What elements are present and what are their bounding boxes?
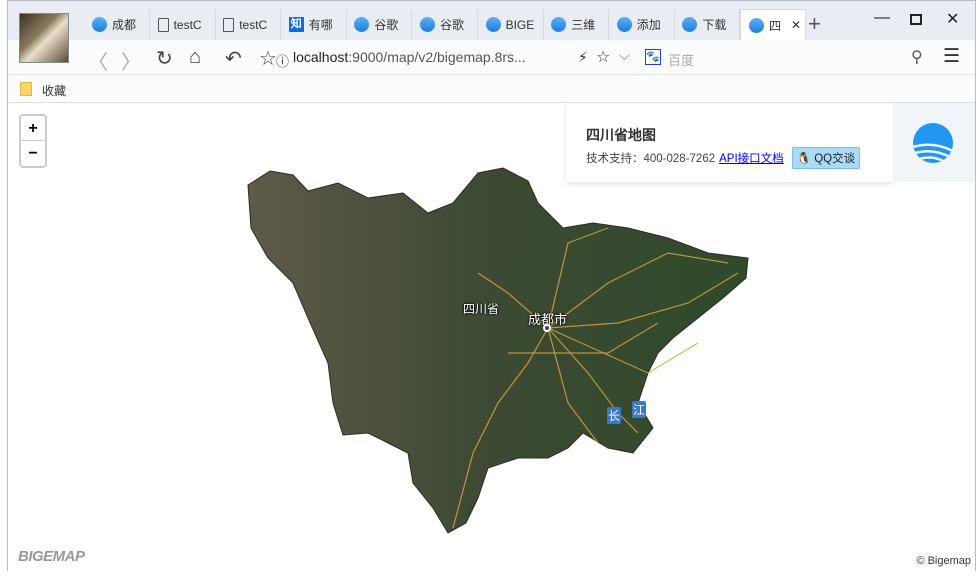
qq-chat-button[interactable]: 🐧 QQ交谈 <box>792 147 860 169</box>
support-phone: 技术支持：400-028-7262 <box>586 150 715 166</box>
zoom-in-button[interactable]: + <box>21 116 45 141</box>
tab-label: 下载 <box>702 16 726 33</box>
browser-window: 成都testCtestC知有哪谷歌谷歌BIGE三维添加下载四✕ + — ✕ 〈 … <box>7 0 976 571</box>
river-label: 长 <box>607 407 621 424</box>
map-view[interactable]: 四川省 成都市 长 江 + − 四川省地图 技术支持：400-028-7262A… <box>8 103 975 571</box>
globe-icon <box>617 17 632 32</box>
search-box[interactable]: 百度 <box>668 50 694 69</box>
province-shape <box>248 168 748 533</box>
close-tab-icon[interactable]: ✕ <box>791 18 801 32</box>
browser-tab[interactable]: 谷歌 <box>346 9 412 40</box>
tab-strip: 成都testCtestC知有哪谷歌谷歌BIGE三维添加下载四✕ + — ✕ <box>8 1 975 40</box>
globe-icon <box>486 17 501 32</box>
zoom-control: + − <box>19 114 47 168</box>
browser-tab[interactable]: 下载 <box>674 9 740 40</box>
info-icon[interactable]: ⓘ <box>276 51 289 70</box>
search-icon[interactable]: ⚲ <box>911 47 923 67</box>
document-icon <box>158 18 169 32</box>
minimize-button[interactable]: — <box>874 9 890 27</box>
bookmark-star-button[interactable]: ☆ <box>259 46 277 71</box>
undo-button[interactable]: ↶ <box>225 46 242 71</box>
maximize-button[interactable] <box>910 14 922 25</box>
browser-tab[interactable]: 添加 <box>609 9 675 40</box>
river-label: 江 <box>632 401 646 418</box>
globe-icon <box>682 17 697 32</box>
tab-label: 成都 <box>112 16 136 33</box>
tab-label: 添加 <box>637 16 661 33</box>
browser-tab[interactable]: testC <box>150 9 216 40</box>
browser-tab[interactable]: BIGE <box>478 9 544 40</box>
tab-label: 有哪 <box>309 16 333 33</box>
tab-label: testC <box>174 18 202 32</box>
home-button[interactable]: ⌂ <box>189 46 201 69</box>
city-marker-icon <box>543 324 551 332</box>
tab-label: 四 <box>769 17 781 34</box>
globe-icon <box>420 17 435 32</box>
browser-tab[interactable]: 成都 <box>84 9 150 40</box>
tab-label: BIGE <box>506 18 535 32</box>
globe-icon <box>92 17 107 32</box>
info-panel: 四川省地图 技术支持：400-028-7262API接口文档 🐧 QQ交谈 <box>566 103 893 182</box>
tab-label: testC <box>239 18 267 32</box>
qq-penguin-icon: 🐧 <box>797 153 811 165</box>
province-label: 四川省 <box>463 300 499 317</box>
user-avatar[interactable] <box>19 13 69 63</box>
back-button[interactable]: 〈 <box>88 46 108 75</box>
browser-tab[interactable]: 谷歌 <box>412 9 478 40</box>
map-title: 四川省地图 <box>586 125 656 145</box>
bookmarks-bar: 收藏 <box>8 75 975 103</box>
folder-icon <box>20 82 32 96</box>
globe-icon <box>551 17 566 32</box>
browser-tab[interactable]: 知有哪 <box>281 9 347 40</box>
url-host: localhost <box>293 49 348 65</box>
baidu-paw-icon: 🐾 <box>645 49 661 65</box>
browser-tab[interactable]: testC <box>215 9 281 40</box>
api-docs-link[interactable]: API接口文档 <box>719 150 784 166</box>
tab-label: 谷歌 <box>374 16 398 33</box>
globe-icon <box>749 18 764 33</box>
url-input[interactable]: localhost:9000/map/v2/bigemap.8rs... <box>293 49 526 65</box>
bigemap-logo-icon <box>893 103 975 182</box>
dropdown-chevron-icon[interactable]: ⌵ <box>619 47 630 64</box>
document-icon <box>223 18 234 32</box>
address-bar: 〈 〉 ↻ ⌂ ↶ ☆ ⓘ localhost:9000/map/v2/bige… <box>8 40 975 75</box>
tab-label: 三维 <box>571 16 595 33</box>
bigemap-watermark: BIGEMAP <box>18 548 85 565</box>
browser-tab[interactable]: 四✕ <box>740 9 806 40</box>
zoom-out-button[interactable]: − <box>21 141 45 166</box>
qq-chat-label: QQ交谈 <box>814 153 855 165</box>
menu-icon[interactable]: ☰ <box>943 45 960 68</box>
favorite-star-icon[interactable]: ☆ <box>596 47 610 67</box>
bookmark-folder[interactable]: 收藏 <box>42 82 66 99</box>
url-path: :9000/map/v2/bigemap.8rs... <box>348 49 525 65</box>
bigemap-logo-box <box>893 103 975 182</box>
reload-button[interactable]: ↻ <box>156 46 173 71</box>
new-tab-button[interactable]: + <box>808 11 821 37</box>
browser-tab[interactable]: 三维 <box>543 9 609 40</box>
forward-button[interactable]: 〉 <box>121 46 141 75</box>
lightning-icon[interactable]: ⚡ <box>578 49 588 66</box>
close-window-button[interactable]: ✕ <box>946 9 959 29</box>
globe-icon <box>354 17 369 32</box>
zhihu-icon: 知 <box>289 17 304 32</box>
tab-label: 谷歌 <box>440 16 464 33</box>
copyright: © Bigemap <box>916 555 971 567</box>
